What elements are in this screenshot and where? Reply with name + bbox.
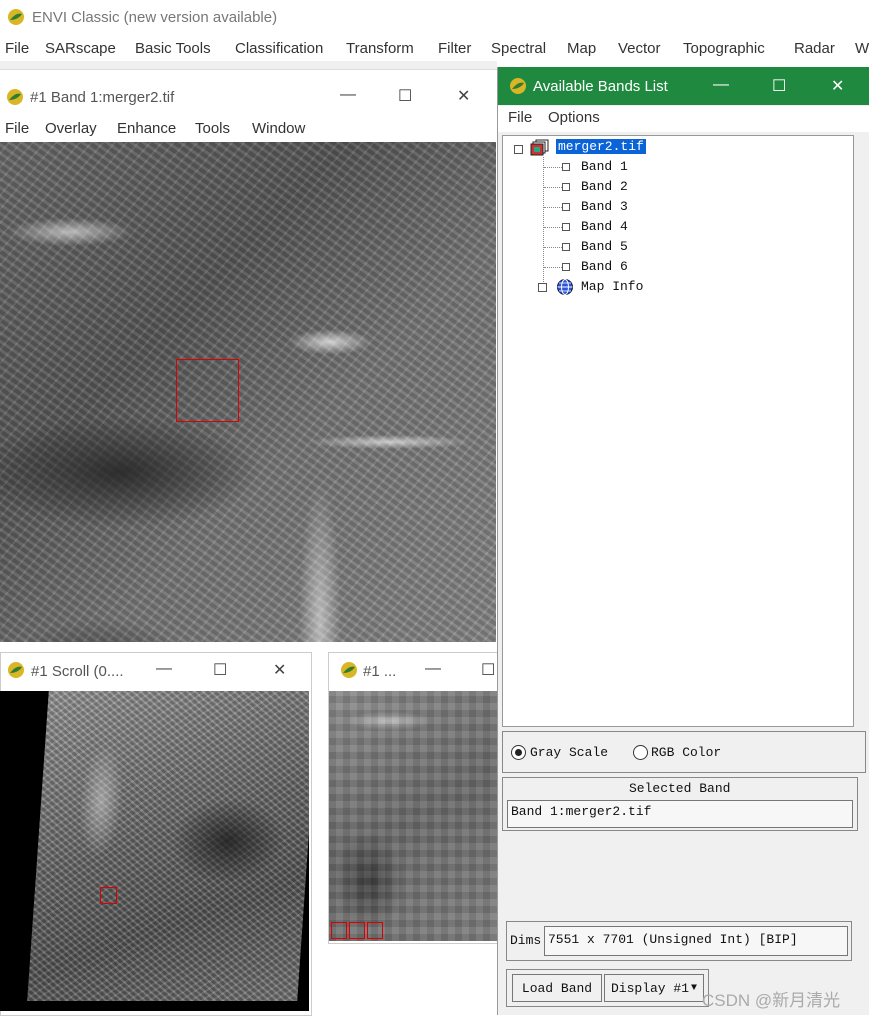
menu-classification[interactable]: Classification bbox=[235, 40, 323, 57]
minimize-button[interactable]: — bbox=[156, 660, 172, 678]
bands-menu-options[interactable]: Options bbox=[548, 109, 600, 126]
menu-map[interactable]: Map bbox=[567, 40, 596, 57]
rgb-color-label: RGB Color bbox=[651, 745, 722, 760]
display-dropdown[interactable]: Display #1 ▼ bbox=[604, 974, 704, 1002]
band-5-item[interactable]: Band 5 bbox=[581, 239, 628, 254]
minimize-button[interactable]: — bbox=[340, 86, 356, 104]
menu-topographic[interactable]: Topographic bbox=[683, 40, 765, 57]
zoom-control-minus[interactable] bbox=[331, 922, 347, 939]
selected-band-group: Selected Band Band 1:merger2.tif bbox=[502, 777, 858, 831]
menu-filter[interactable]: Filter bbox=[438, 40, 471, 57]
scroll-overview-image bbox=[27, 691, 309, 1001]
image-menu-tools[interactable]: Tools bbox=[195, 120, 230, 137]
close-button[interactable]: ✕ bbox=[457, 86, 470, 106]
file-node-merger2[interactable]: merger2.tif bbox=[556, 139, 646, 154]
image-region-box[interactable] bbox=[100, 887, 117, 904]
action-buttons-group: Load Band Display #1 ▼ bbox=[506, 969, 709, 1007]
image-window-title: #1 Band 1:merger2.tif bbox=[30, 89, 175, 106]
band-4-item[interactable]: Band 4 bbox=[581, 219, 628, 234]
band-node-icon bbox=[562, 243, 570, 251]
menu-basic-tools[interactable]: Basic Tools bbox=[135, 40, 211, 57]
band-node-icon bbox=[562, 263, 570, 271]
band-tree: merger2.tif Band 1 Band 2 Band 3 Band 4 … bbox=[502, 135, 854, 727]
close-button[interactable]: ✕ bbox=[273, 660, 286, 680]
bands-list-title: Available Bands List bbox=[533, 78, 668, 95]
menu-file[interactable]: File bbox=[5, 40, 29, 57]
zoom-control-box[interactable] bbox=[367, 922, 383, 939]
envi-title: ENVI Classic (new version available) bbox=[32, 9, 278, 26]
dims-value: 7551 x 7701 (Unsigned Int) [BIP] bbox=[548, 932, 798, 947]
scroll-display-canvas[interactable] bbox=[0, 691, 309, 1011]
selected-band-label: Selected Band bbox=[629, 781, 731, 796]
band-node-icon bbox=[562, 203, 570, 211]
band-6-item[interactable]: Band 6 bbox=[581, 259, 628, 274]
selected-band-field: Band 1:merger2.tif bbox=[507, 800, 853, 828]
map-info-item[interactable]: Map Info bbox=[581, 279, 643, 294]
bands-list-title-bar: Available Bands List — ☐ ✕ bbox=[498, 67, 869, 105]
image-menu-file[interactable]: File bbox=[5, 120, 29, 137]
dims-field: 7551 x 7701 (Unsigned Int) [BIP] bbox=[544, 926, 848, 956]
image-menu-overlay[interactable]: Overlay bbox=[45, 120, 97, 137]
tree-branch bbox=[544, 167, 562, 168]
zoom-window-title: #1 ... bbox=[363, 663, 397, 680]
maximize-button[interactable]: ☐ bbox=[481, 660, 495, 680]
envi-globe-icon bbox=[8, 9, 24, 25]
minimize-button[interactable]: — bbox=[425, 660, 441, 678]
tree-branch bbox=[544, 207, 562, 208]
envi-globe-icon bbox=[510, 78, 526, 94]
maximize-button[interactable]: ☐ bbox=[772, 76, 786, 96]
tree-branch bbox=[544, 247, 562, 248]
color-mode-group: Gray Scale RGB Color bbox=[502, 731, 866, 773]
menu-sarscape[interactable]: SARscape bbox=[45, 40, 116, 57]
bands-list-menubar: File Options bbox=[498, 106, 869, 132]
rgb-color-radio[interactable] bbox=[633, 745, 648, 760]
band-3-item[interactable]: Band 3 bbox=[581, 199, 628, 214]
tree-guide-line bbox=[543, 157, 544, 288]
load-band-button[interactable]: Load Band bbox=[512, 974, 602, 1002]
bands-menu-file[interactable]: File bbox=[508, 109, 532, 126]
menu-vector[interactable]: Vector bbox=[618, 40, 661, 57]
envi-globe-icon bbox=[8, 662, 24, 678]
dropdown-arrow-icon: ▼ bbox=[691, 982, 698, 994]
minimize-button[interactable]: — bbox=[713, 76, 729, 94]
maximize-button[interactable]: ☐ bbox=[398, 86, 412, 106]
dims-label: Dims bbox=[510, 933, 542, 948]
band-node-icon bbox=[562, 223, 570, 231]
watermark-text: CSDN @新月清光 bbox=[702, 991, 841, 1010]
band-1-item[interactable]: Band 1 bbox=[581, 159, 628, 174]
selected-band-value: Band 1:merger2.tif bbox=[511, 804, 652, 819]
menu-transform[interactable]: Transform bbox=[346, 40, 414, 57]
file-stack-icon bbox=[530, 139, 549, 156]
menu-window-cut[interactable]: W bbox=[855, 40, 869, 57]
tree-branch bbox=[544, 227, 562, 228]
dims-group: Dims 7551 x 7701 (Unsigned Int) [BIP] bbox=[506, 921, 852, 961]
main-toolbar-strip bbox=[0, 61, 497, 70]
maximize-button[interactable]: ☐ bbox=[213, 660, 227, 680]
envi-menubar: File SARscape Basic Tools Classification… bbox=[0, 37, 869, 61]
close-button[interactable]: ✕ bbox=[831, 76, 844, 96]
envi-title-bar: ENVI Classic (new version available) bbox=[0, 0, 869, 36]
tree-branch bbox=[544, 267, 562, 268]
tree-branch bbox=[544, 187, 562, 188]
image-menu-enhance[interactable]: Enhance bbox=[117, 120, 176, 137]
menu-spectral[interactable]: Spectral bbox=[491, 40, 546, 57]
expand-toggle-icon[interactable] bbox=[538, 283, 547, 292]
zoom-control-plus[interactable] bbox=[349, 922, 365, 939]
gray-scale-label: Gray Scale bbox=[530, 745, 609, 760]
scroll-window-title: #1 Scroll (0.... bbox=[31, 663, 124, 680]
band-2-item[interactable]: Band 2 bbox=[581, 179, 628, 194]
band-node-icon bbox=[562, 163, 570, 171]
image-display-canvas[interactable] bbox=[0, 142, 496, 642]
zoom-display-canvas[interactable] bbox=[329, 691, 497, 941]
menu-radar[interactable]: Radar bbox=[794, 40, 835, 57]
image-menu-window[interactable]: Window bbox=[252, 120, 305, 137]
envi-globe-icon bbox=[341, 662, 357, 678]
collapse-toggle-icon[interactable] bbox=[514, 145, 523, 154]
gray-scale-radio[interactable] bbox=[511, 745, 526, 760]
band-node-icon bbox=[562, 183, 570, 191]
globe-icon bbox=[557, 279, 573, 295]
envi-globe-icon bbox=[7, 89, 23, 105]
zoom-region-box[interactable] bbox=[176, 359, 239, 422]
display-dropdown-label: Display #1 bbox=[611, 980, 690, 996]
